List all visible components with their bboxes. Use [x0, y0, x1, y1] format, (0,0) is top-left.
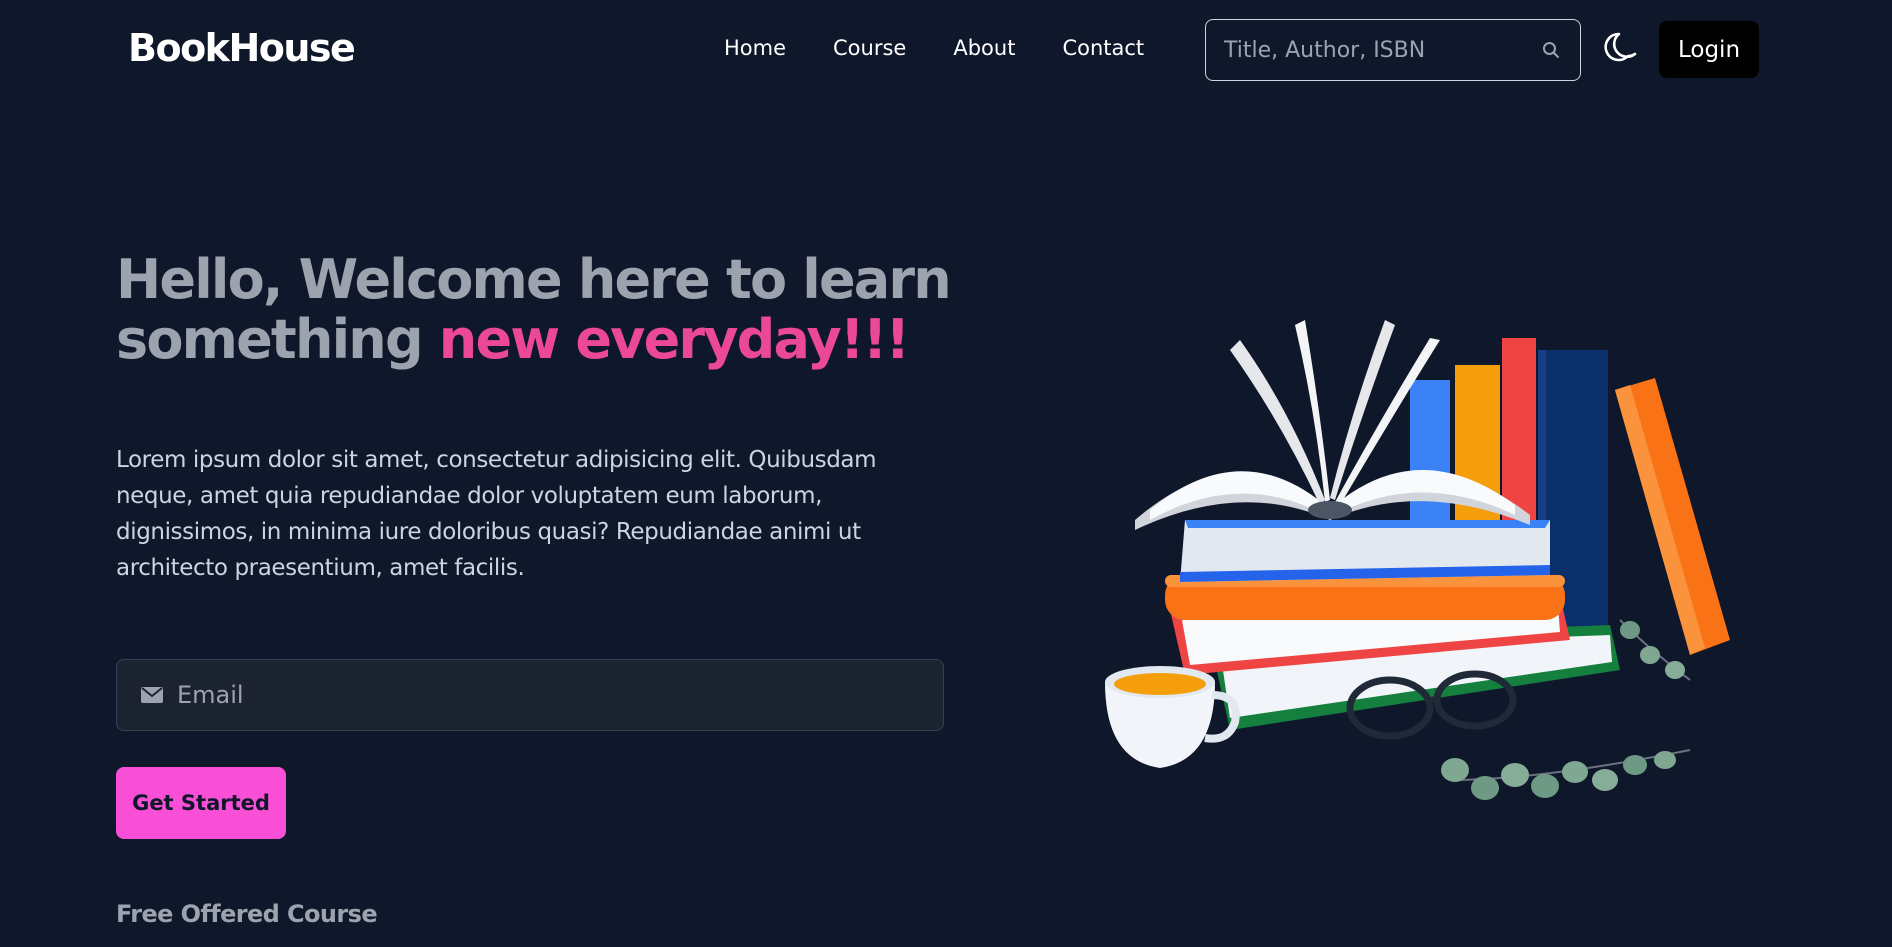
get-started-button[interactable]: Get Started [116, 767, 286, 839]
search-box [1205, 19, 1581, 81]
nav-link-course[interactable]: Course [833, 36, 906, 60]
nav-link-about[interactable]: About [953, 36, 1015, 60]
section-heading: Free Offered Course [116, 900, 378, 928]
nav-link-home[interactable]: Home [724, 36, 786, 60]
hero-title-accent: new everyday!!! [438, 308, 910, 371]
hero-description: Lorem ipsum dolor sit amet, consectetur … [116, 447, 877, 581]
navbar: BookHouse Home Course About Contact Titl… [0, 0, 1892, 100]
email-input[interactable] [177, 681, 919, 709]
envelope-icon [141, 684, 163, 706]
search-icon[interactable] [1540, 39, 1562, 61]
hero-title: Hello, Welcome here to learn something n… [116, 250, 1016, 370]
page: BookHouse Home Course About Contact Titl… [0, 0, 1892, 947]
nav-links: Home Course About Contact [724, 36, 1144, 60]
login-button[interactable]: Login [1659, 21, 1759, 78]
email-field [116, 659, 944, 731]
theme-toggle[interactable] [1600, 29, 1642, 71]
search-input[interactable] [1224, 37, 1540, 63]
books-illustration [1090, 310, 1750, 830]
nav-link-contact[interactable]: Contact [1062, 36, 1144, 60]
moon-icon [1602, 29, 1640, 71]
brand-logo[interactable]: BookHouse [128, 26, 356, 70]
